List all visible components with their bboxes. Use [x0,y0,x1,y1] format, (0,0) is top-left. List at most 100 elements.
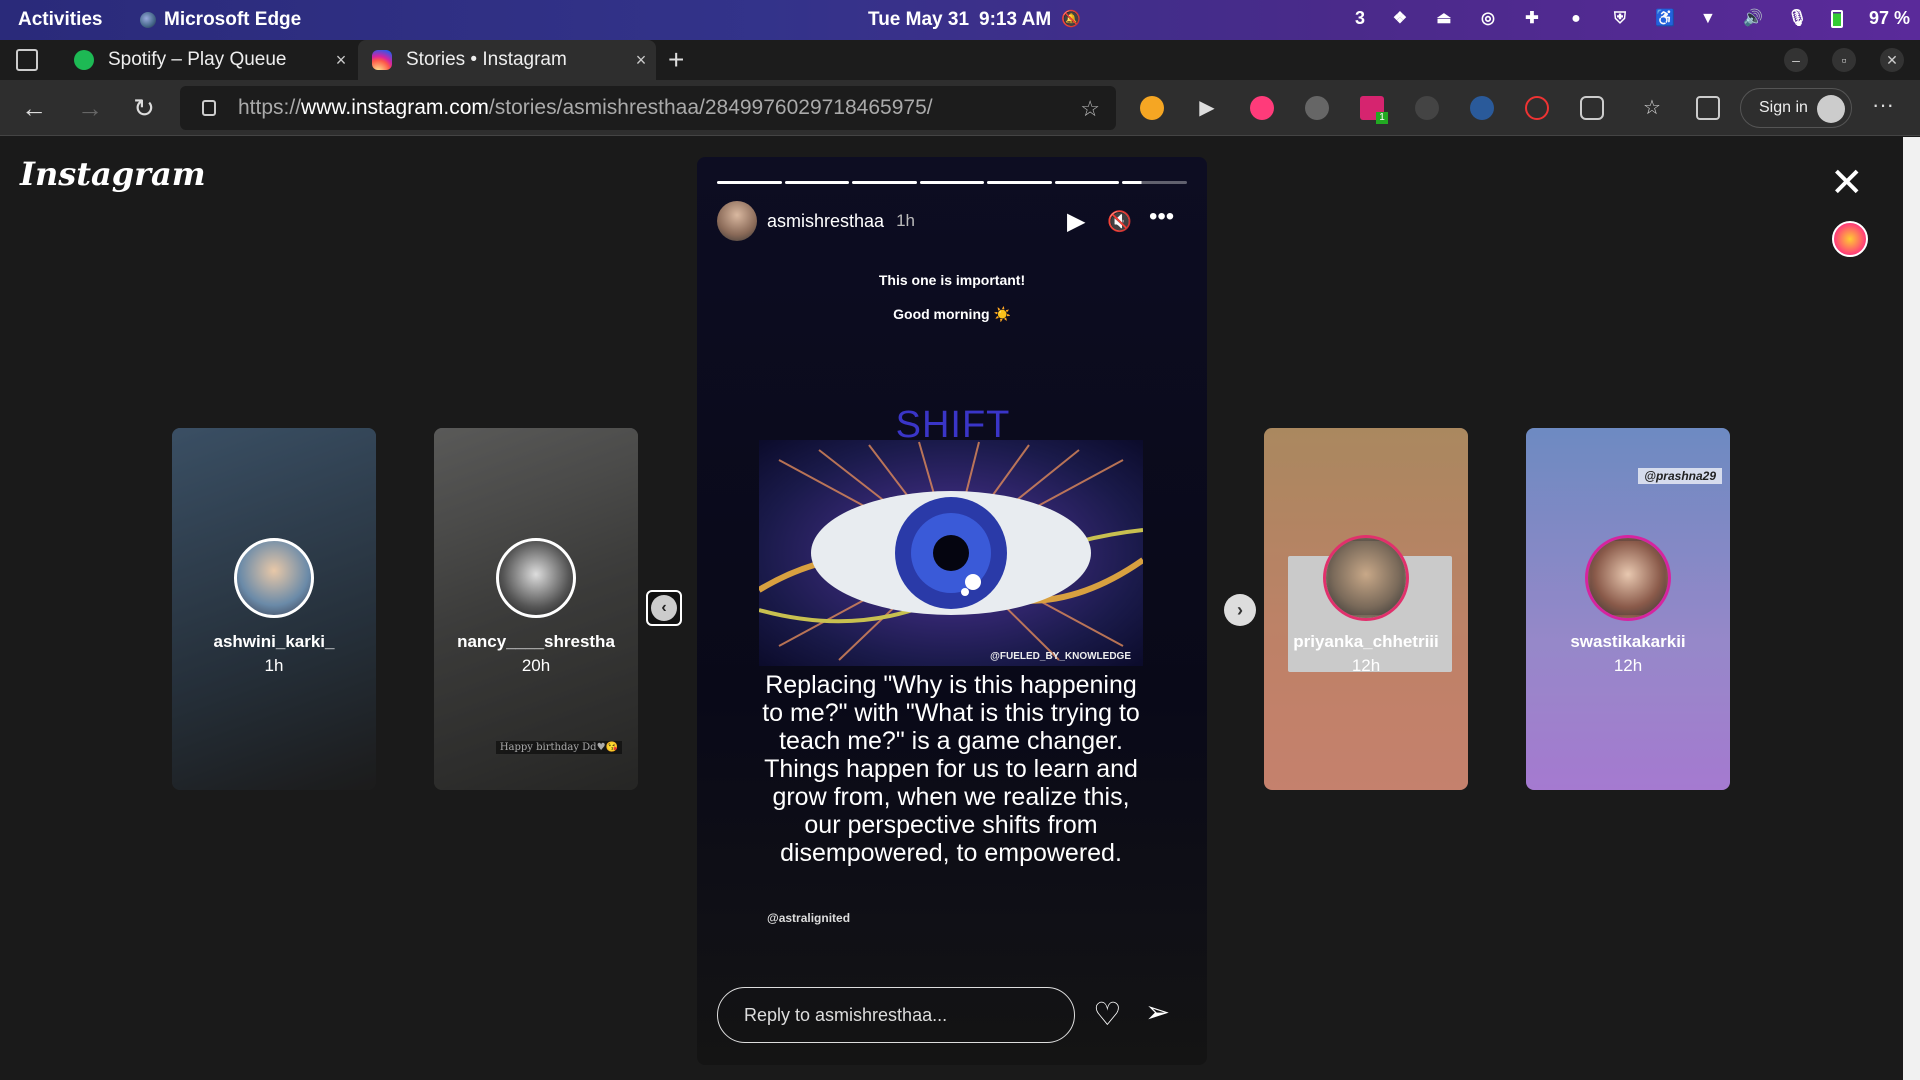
close-window-icon[interactable]: ✕ [1880,48,1904,72]
minimize-icon[interactable]: – [1784,48,1808,72]
maximize-icon[interactable]: ▫ [1832,48,1856,72]
steam-icon[interactable]: ◎ [1479,10,1497,28]
shield-icon[interactable]: ⛨ [1611,10,1629,28]
refresh-icon[interactable]: ↻ [130,94,158,122]
story-username: swastikakarkii [1570,632,1686,651]
clock[interactable]: Tue May 31 9:13 AM 🔕 [868,9,1082,31]
story-username[interactable]: asmishresthaa [767,211,884,232]
profile-avatar-icon [1817,95,1845,123]
page-scrollbar[interactable] [1903,137,1920,1080]
edge-icon [140,12,156,28]
favorites-icon[interactable]: ☆ [1640,96,1664,120]
story-quote: Replacing "Why is this happening to me?"… [762,671,1140,867]
app-menu[interactable]: Microsoft Edge [140,9,301,31]
close-tab-icon[interactable]: × [326,50,356,71]
next-story-button[interactable]: › [1224,594,1256,626]
play-icon[interactable]: ▶ [1067,207,1085,236]
record-extension-icon[interactable] [1525,96,1549,120]
puzzle-icon[interactable]: ✚ [1523,10,1541,28]
more-options-icon[interactable]: ··· [1872,92,1894,118]
active-story[interactable]: asmishresthaa 1h ▶ 🔇 ••• This one is imp… [697,157,1207,1065]
story-username: ashwini_karki_ [213,632,335,651]
story-card[interactable]: @prashna29 swastikakarkii 12h [1526,428,1730,790]
story-card[interactable]: nancy____shrestha 20h Happy birthday Dd♥… [434,428,638,790]
chevron-left-icon: ‹ [651,595,677,621]
favorite-star-icon[interactable]: ☆ [1080,96,1100,122]
eye-illustration [759,441,1143,661]
tab-instagram[interactable]: Stories • Instagram × [358,40,656,80]
story-card[interactable]: priyanka_chhetriii 12h [1264,428,1468,790]
avatar [1588,538,1668,618]
tab-spotify[interactable]: Spotify – Play Queue × [60,40,356,80]
close-tab-icon[interactable]: × [626,50,656,71]
forward-icon[interactable]: → [76,94,104,122]
notification-count: 3 [1354,8,1365,28]
upload-icon[interactable]: ⏏ [1435,10,1453,28]
story-time: 1h [896,211,915,230]
story-caption: Happy birthday Dd♥😘 [495,741,622,754]
avatar [1326,538,1406,618]
reply-input[interactable]: Reply to asmishresthaa... [717,987,1075,1043]
dropbox-icon[interactable]: ❖ [1391,10,1409,28]
mute-icon[interactable]: 🔇 [1107,209,1132,234]
sign-in-button[interactable]: Sign in [1740,88,1852,128]
new-tab-button[interactable]: + [668,44,684,76]
accessibility-icon[interactable]: ♿ [1655,10,1675,28]
do-not-disturb-icon: 🔕 [1061,11,1082,28]
story-time: 20h [521,656,551,675]
sign-in-label: Sign in [1759,99,1808,116]
shield-extension-icon[interactable] [1305,96,1329,120]
system-top-bar: Activities Microsoft Edge Tue May 31 9:1… [0,0,1920,40]
story-card[interactable]: ashwini_karki_ 1h [172,428,376,790]
extension-orange-icon[interactable] [1140,96,1164,120]
avatar [496,538,576,618]
time-label: 9:13 AM [979,9,1052,30]
story-time: 12h [1613,656,1643,675]
back-icon[interactable]: ← [20,94,48,122]
story-caption: @prashna29 [1638,468,1722,484]
avatar[interactable] [717,201,757,241]
activities-button[interactable]: Activities [18,9,102,31]
stories-viewer: Instagram ✕ ashwini_karki_ 1h nancy____s… [0,137,1903,1080]
wifi-icon: ▼ [1700,9,1716,27]
tab-actions-icon[interactable] [16,49,38,71]
like-heart-icon[interactable]: ♡ [1093,995,1122,1033]
date-label: Tue May 31 [868,9,970,30]
instagram-icon [372,50,392,70]
extensions-icon[interactable] [1580,96,1604,120]
collections-icon[interactable] [1696,96,1720,120]
mic-muted-icon: 🎙 [1786,9,1808,27]
battery-percent: 97 % [1868,8,1910,28]
download-extension-icon[interactable] [1832,221,1868,257]
eye-artwork: @FUELED_BY_KNOWLEDGE [759,440,1143,666]
extension-badge: 1 [1376,112,1388,124]
navigation-bar: ← → ↻ https://www.instagram.com/stories/… [0,80,1920,136]
more-options-icon[interactable]: ••• [1149,203,1174,231]
previous-story-button[interactable]: ‹ [646,590,682,626]
lock-icon[interactable] [202,100,216,116]
app-name: Microsoft Edge [164,9,302,30]
play-extension-icon[interactable]: ▶ [1195,96,1219,120]
avatar [234,538,314,618]
tab-label: Stories • Instagram [406,49,567,70]
wave-extension-icon[interactable] [1470,96,1494,120]
volume-icon: 🔊 [1742,9,1763,27]
spotify-icon [74,50,94,70]
system-tray[interactable]: 3 ❖ ⏏ ◎ ✚ ● ⛨ ♿ ▼ 🔊 🎙 97 % [1355,8,1910,29]
cat-extension-icon[interactable] [1415,96,1439,120]
tab-strip: Spotify – Play Queue × Stories • Instagr… [0,40,1920,80]
chat-icon[interactable]: ● [1567,10,1585,28]
downloader-extension-icon[interactable] [1250,96,1274,120]
story-time: 12h [1351,656,1381,675]
close-stories-icon[interactable]: ✕ [1830,163,1864,203]
chevron-right-icon: › [1237,600,1243,620]
tab-label: Spotify – Play Queue [108,49,287,70]
flag-extension-icon[interactable]: 1 [1360,96,1388,124]
address-bar[interactable]: https://www.instagram.com/stories/asmish… [180,86,1116,130]
send-icon[interactable]: ➢ [1145,995,1170,1030]
url-text[interactable]: https://www.instagram.com/stories/asmish… [238,96,933,120]
instagram-logo[interactable]: Instagram [20,155,206,193]
story-time: 1h [264,656,284,675]
story-progress [717,181,1188,184]
story-username: priyanka_chhetriii [1293,632,1439,651]
